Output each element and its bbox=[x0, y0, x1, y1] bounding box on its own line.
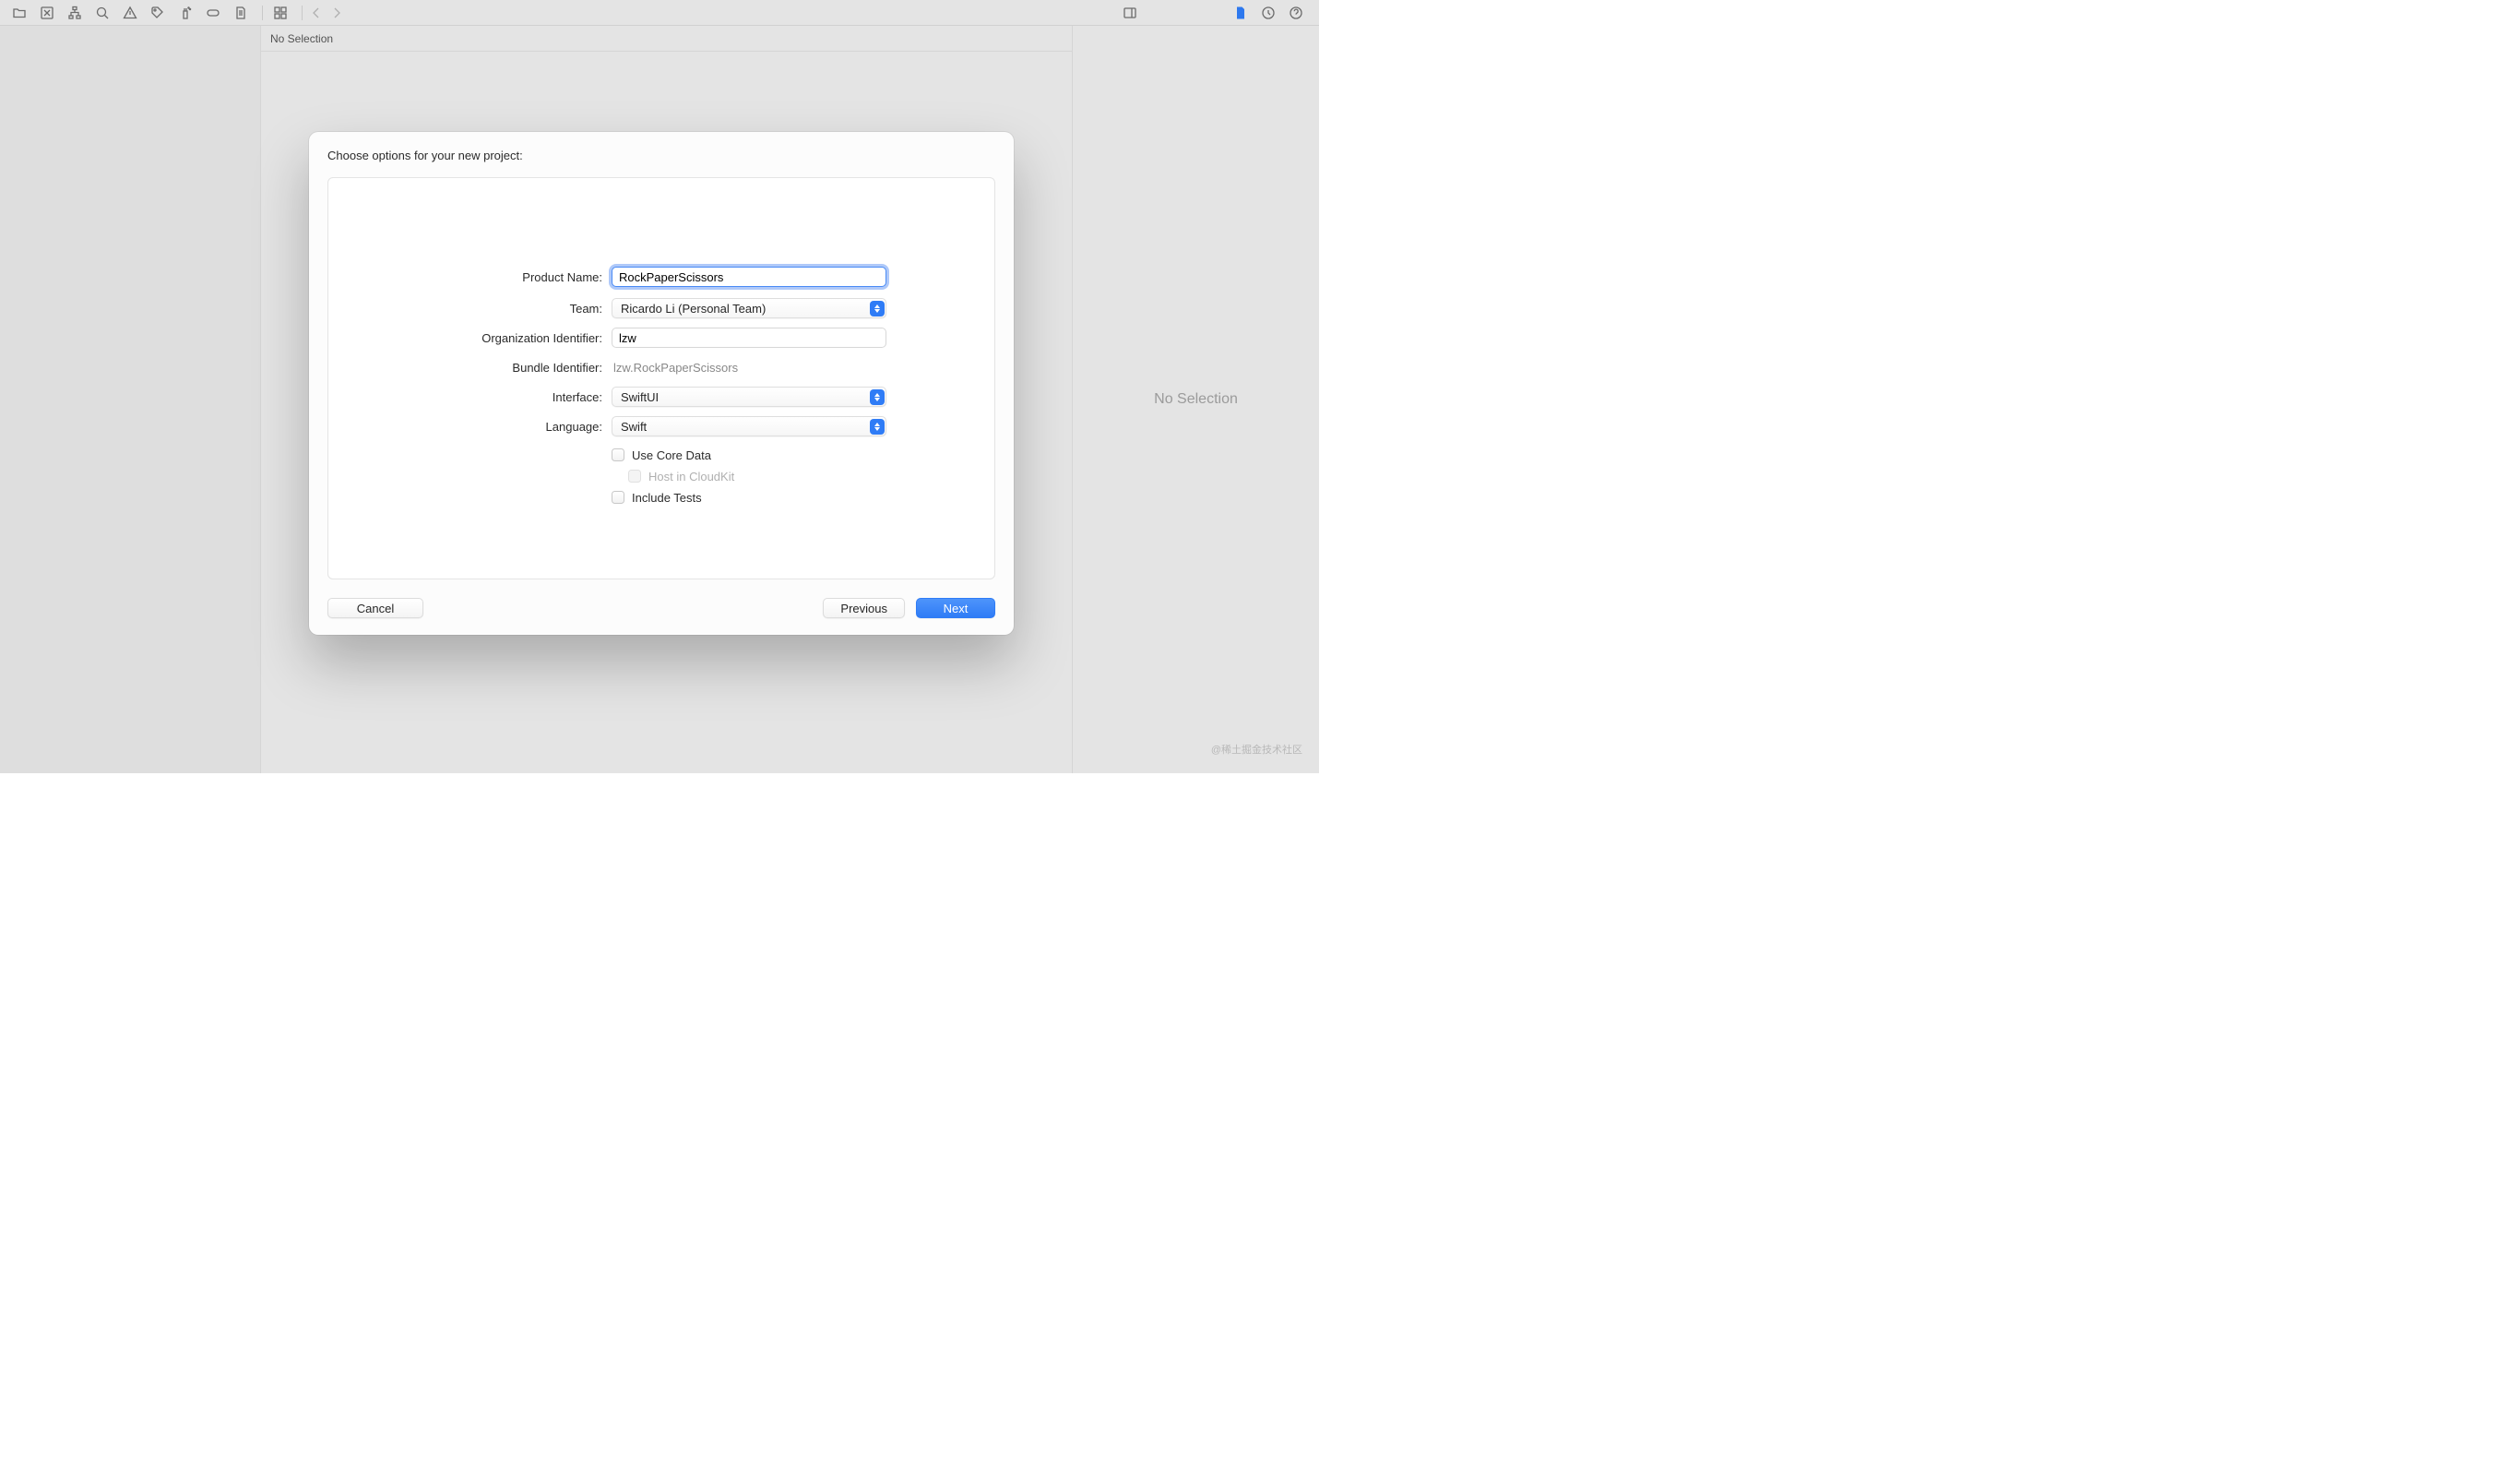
inspector-no-selection: No Selection bbox=[1154, 391, 1238, 408]
editor-header-text: No Selection bbox=[270, 32, 333, 45]
toolbar bbox=[0, 0, 1319, 26]
use-core-data-label: Use Core Data bbox=[632, 448, 711, 462]
close-box-icon[interactable] bbox=[35, 1, 59, 25]
include-tests-row: Include Tests bbox=[612, 488, 734, 507]
folder-icon[interactable] bbox=[7, 1, 31, 25]
hierarchy-icon[interactable] bbox=[63, 1, 87, 25]
cancel-button[interactable]: Cancel bbox=[327, 598, 423, 618]
team-label: Team: bbox=[403, 302, 612, 316]
language-row: Language: Swift bbox=[403, 416, 920, 436]
host-in-cloudkit-row: Host in CloudKit bbox=[612, 467, 734, 485]
bundle-identifier-label: Bundle Identifier: bbox=[403, 361, 612, 375]
org-identifier-input[interactable] bbox=[612, 328, 886, 348]
org-identifier-label: Organization Identifier: bbox=[403, 331, 612, 345]
cancel-button-label: Cancel bbox=[357, 602, 394, 615]
outside-below bbox=[0, 773, 2520, 1480]
bundle-identifier-value: lzw.RockPaperScissors bbox=[612, 361, 738, 375]
modal-title: Choose options for your new project: bbox=[327, 149, 995, 162]
xcode-window: No Selection No Selection Choose options… bbox=[0, 0, 1319, 773]
warning-icon[interactable] bbox=[118, 1, 142, 25]
next-button-label: Next bbox=[944, 602, 969, 615]
host-in-cloudkit-checkbox bbox=[628, 470, 641, 483]
search-icon[interactable] bbox=[90, 1, 114, 25]
team-popup[interactable]: Ricardo Li (Personal Team) bbox=[612, 298, 886, 318]
grid-icon[interactable] bbox=[268, 1, 292, 25]
modal-body: Product Name: Team: Ricardo Li (Personal… bbox=[327, 177, 995, 579]
product-name-label: Product Name: bbox=[403, 270, 612, 284]
product-name-row: Product Name: bbox=[403, 265, 920, 289]
host-in-cloudkit-label: Host in CloudKit bbox=[648, 470, 734, 483]
chevron-left-icon[interactable] bbox=[308, 1, 325, 25]
product-name-input[interactable] bbox=[612, 267, 886, 287]
inspector-panel: No Selection bbox=[1072, 26, 1319, 773]
next-button[interactable]: Next bbox=[916, 598, 995, 618]
interface-popup[interactable]: SwiftUI bbox=[612, 387, 886, 407]
history-icon[interactable] bbox=[1256, 1, 1280, 25]
watermark: @稀土掘金技术社区 bbox=[1211, 742, 1302, 757]
toolbar-separator bbox=[302, 6, 303, 20]
tag-icon[interactable] bbox=[146, 1, 170, 25]
language-popup[interactable]: Swift bbox=[612, 416, 886, 436]
panel-toggle-icon[interactable] bbox=[1118, 1, 1142, 25]
team-popup-value: Ricardo Li (Personal Team) bbox=[621, 302, 766, 316]
interface-popup-value: SwiftUI bbox=[621, 390, 659, 404]
updown-stepper-icon bbox=[870, 389, 885, 405]
use-core-data-row: Use Core Data bbox=[612, 446, 734, 464]
form: Product Name: Team: Ricardo Li (Personal… bbox=[403, 265, 920, 579]
updown-stepper-icon bbox=[870, 419, 885, 435]
org-identifier-row: Organization Identifier: bbox=[403, 328, 920, 348]
interface-row: Interface: SwiftUI bbox=[403, 387, 920, 407]
interface-label: Interface: bbox=[403, 390, 612, 404]
language-label: Language: bbox=[403, 420, 612, 434]
spray-icon[interactable] bbox=[173, 1, 197, 25]
toolbar-separator bbox=[262, 6, 263, 20]
use-core-data-checkbox[interactable] bbox=[612, 448, 624, 461]
chevron-right-icon[interactable] bbox=[328, 1, 345, 25]
include-tests-checkbox[interactable] bbox=[612, 491, 624, 504]
team-row: Team: Ricardo Li (Personal Team) bbox=[403, 298, 920, 318]
include-tests-label: Include Tests bbox=[632, 491, 702, 505]
navigator-panel bbox=[0, 26, 261, 773]
previous-button-label: Previous bbox=[840, 602, 887, 615]
previous-button[interactable]: Previous bbox=[823, 598, 905, 618]
bundle-identifier-row: Bundle Identifier: lzw.RockPaperScissors bbox=[403, 357, 920, 377]
updown-stepper-icon bbox=[870, 301, 885, 316]
document-blue-icon[interactable] bbox=[1229, 1, 1253, 25]
help-icon[interactable] bbox=[1284, 1, 1308, 25]
checkbox-group: Use Core Data Host in CloudKit Include T… bbox=[403, 446, 920, 508]
language-popup-value: Swift bbox=[621, 420, 647, 434]
editor-header: No Selection bbox=[261, 26, 1072, 52]
modal-footer: Cancel Previous Next bbox=[327, 579, 995, 618]
new-project-options-sheet: Choose options for your new project: Pro… bbox=[309, 132, 1014, 635]
pill-icon[interactable] bbox=[201, 1, 225, 25]
document-icon[interactable] bbox=[229, 1, 253, 25]
